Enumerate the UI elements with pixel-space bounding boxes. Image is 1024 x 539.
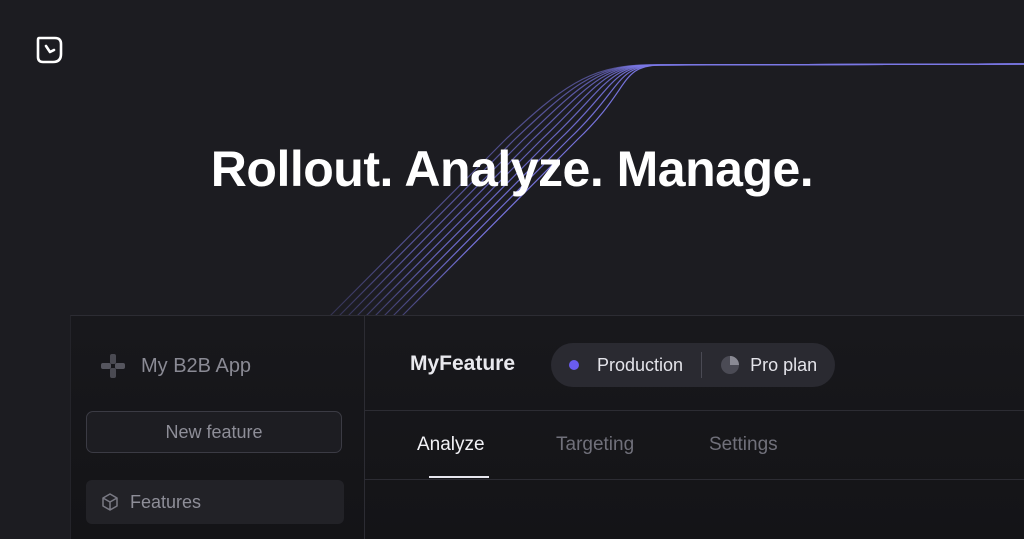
pill-divider (701, 352, 703, 378)
environment-label: Production (597, 354, 684, 375)
cube-icon (102, 493, 118, 511)
tab-bar: Analyze Targeting Settings (365, 412, 1024, 478)
sidebar-item-features[interactable]: Features (86, 480, 344, 524)
main-panel: MyFeature Production Pro plan Analyze Ta… (365, 316, 1024, 539)
pie-chart-icon (721, 356, 740, 374)
environment-dot-icon (569, 360, 579, 370)
app-name: My B2B App (141, 354, 252, 377)
divider (365, 410, 1024, 411)
app-mockup: My B2B App New feature Features MyFeatur… (70, 315, 1024, 539)
app-logo-icon (101, 354, 125, 378)
environment-plan-pill[interactable]: Production Pro plan (551, 343, 836, 387)
feature-title: MyFeature (410, 352, 516, 375)
app-switcher[interactable]: My B2B App (99, 352, 251, 380)
sidebar: My B2B App New feature Features (71, 316, 365, 539)
tab-targeting[interactable]: Targeting (556, 434, 634, 456)
plan-label: Pro plan (750, 354, 818, 375)
tab-analyze[interactable]: Analyze (417, 434, 485, 456)
hero-title: Rollout. Analyze. Manage. (210, 141, 814, 197)
brand-logo-icon (36, 36, 63, 64)
divider (365, 479, 1024, 480)
tab-settings[interactable]: Settings (709, 434, 778, 456)
sidebar-item-label: Features (130, 491, 202, 512)
new-feature-button[interactable]: New feature (86, 411, 342, 453)
active-tab-indicator (429, 476, 489, 478)
line-fade-overlay (0, 250, 1024, 320)
